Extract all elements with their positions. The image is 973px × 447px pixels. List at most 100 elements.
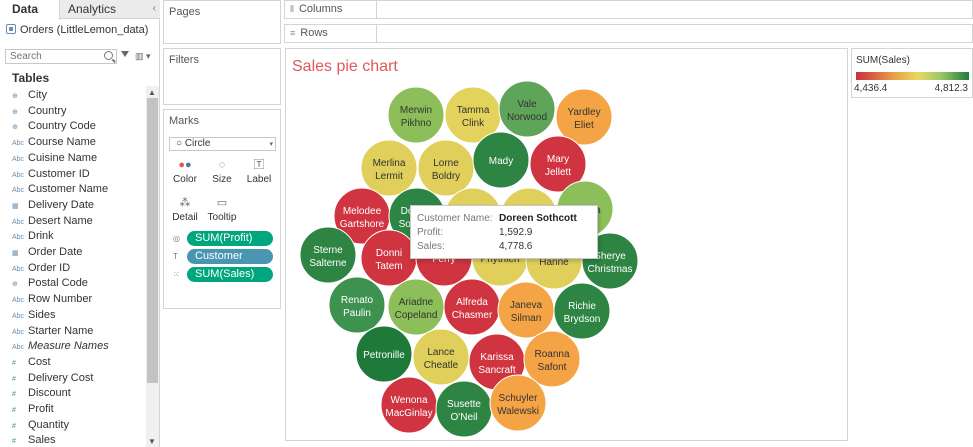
field-type-icon: ▦	[12, 250, 19, 257]
field-item[interactable]: ▦ Order Date	[12, 245, 82, 260]
search-icon	[104, 51, 113, 60]
datasource[interactable]: Orders (LittleLemon_data)	[6, 24, 148, 36]
pill-sum-profit[interactable]: SUM(Profit)	[187, 231, 273, 246]
field-item[interactable]: Abc Order ID	[12, 261, 70, 276]
field-type-icon: ⊕	[12, 124, 18, 132]
field-item[interactable]: Abc Course Name	[12, 135, 96, 150]
field-item[interactable]: # Cost	[12, 355, 51, 370]
field-label: Discount	[28, 387, 71, 400]
field-item[interactable]: ⊕ City	[12, 88, 47, 103]
field-label: Sales	[28, 434, 56, 447]
bubble-mark[interactable]: Wenona MacGinlay	[380, 376, 438, 434]
collapse-arrow-icon[interactable]: ‹	[153, 3, 156, 14]
bubble-label: Merwin	[400, 105, 432, 116]
field-type-icon: ⊕	[12, 281, 18, 289]
field-item[interactable]: Abc Desert Name	[12, 214, 93, 229]
field-type-icon: ⊕	[12, 93, 18, 100]
field-type-icon: Abc	[12, 312, 25, 320]
bubble-label: O'Neil	[451, 412, 478, 423]
tab-analytics[interactable]: Analytics	[68, 0, 116, 19]
bubble-label: Eliet	[574, 120, 594, 131]
rows-shelf[interactable]: ≡ Rows	[284, 24, 973, 43]
bubble-mark[interactable]: Merwin Pikhno	[387, 86, 445, 144]
field-item[interactable]: # Sales	[12, 433, 56, 447]
field-label: Sides	[28, 308, 56, 321]
field-label: Starter Name	[28, 324, 94, 337]
field-item[interactable]: Abc Drink	[12, 229, 54, 244]
mark-type-dropdown[interactable]: ○ Circle ▾	[169, 137, 276, 151]
tooltip-row-sales: Sales: 4,778.6	[417, 240, 532, 253]
color-legend[interactable]: SUM(Sales) 4,436.4 4,812.3	[851, 48, 973, 98]
color-button[interactable]: ●● Color	[169, 156, 201, 188]
bubble-mark[interactable]: Schuyler Walewski	[489, 374, 547, 432]
field-search[interactable]	[5, 49, 117, 64]
field-item[interactable]: Abc Cuisine Name	[12, 151, 97, 166]
bubble-label: Sancraft	[478, 365, 515, 376]
pill-customer-name[interactable]: Customer Name	[187, 249, 273, 277]
bubble-mark[interactable]: Alfreda Chasmer	[443, 278, 501, 336]
bubble-mark[interactable]: Sterne Salterne	[299, 226, 357, 284]
pill-sum-sales[interactable]: SUM(Sales)	[187, 267, 273, 282]
search-input[interactable]	[6, 50, 102, 63]
bubble-mark[interactable]: Lorne Boldry	[417, 139, 475, 197]
bubble-label: Alfreda	[456, 297, 488, 308]
pages-shelf[interactable]: Pages	[163, 0, 281, 44]
tooltip-label: Tooltip	[207, 212, 237, 223]
tooltip-icon: ▭	[216, 197, 228, 209]
bubble-mark[interactable]: Mady	[472, 131, 530, 189]
detail-icon: ⁂	[179, 197, 191, 209]
field-item[interactable]: ⊕ Country Code	[12, 119, 96, 134]
bubble-mark[interactable]: Richie Brydson	[553, 282, 611, 340]
bubble-mark[interactable]: Vale Norwood	[498, 80, 556, 138]
filter-icon[interactable]	[121, 51, 129, 57]
bubble-mark[interactable]: Ariadne Copeland	[387, 278, 445, 336]
field-label: Course Name	[28, 136, 96, 149]
field-type-icon: Abc	[12, 187, 25, 195]
view-options-icon[interactable]: ▥ ▾	[135, 51, 151, 62]
bubble-label: Vale	[517, 99, 537, 110]
field-item[interactable]: ▦ Delivery Date	[12, 198, 94, 213]
tooltip-row-profit: Profit: 1,592.9	[417, 226, 532, 239]
legend-gradient-bar	[856, 72, 969, 80]
bubble-mark[interactable]: Renato Paulin	[328, 276, 386, 334]
field-item[interactable]: Abc Customer ID	[12, 167, 90, 182]
field-item[interactable]: # Quantity	[12, 418, 69, 433]
field-label: Cuisine Name	[28, 151, 98, 164]
field-item[interactable]: # Discount	[12, 386, 71, 401]
bubble-mark[interactable]: Petronille	[355, 325, 413, 383]
label-button[interactable]: 🅃 Label	[243, 156, 275, 188]
scroll-thumb[interactable]	[147, 98, 158, 383]
scroll-down-icon[interactable]: ▼	[148, 437, 156, 446]
scroll-up-icon[interactable]: ▲	[148, 88, 156, 97]
columns-shelf[interactable]: ⦀ Columns	[284, 0, 973, 19]
field-item[interactable]: # Profit	[12, 402, 54, 417]
size-button[interactable]: ◌ Size	[206, 156, 238, 188]
bubble-label: Cheatle	[424, 360, 459, 371]
field-list-scrollbar[interactable]: ▲ ▼	[146, 86, 159, 447]
field-type-icon: #	[12, 438, 16, 446]
data-pane: Data Analytics ‹ Orders (LittleLemon_dat…	[0, 0, 160, 447]
tab-data[interactable]: Data	[0, 0, 60, 20]
field-item[interactable]: Abc Customer Name	[12, 182, 108, 197]
field-item[interactable]: ⊕ Country	[12, 104, 67, 119]
detail-button[interactable]: ⁂ Detail	[169, 194, 201, 226]
bubble-mark[interactable]: Merlina Lermit	[360, 139, 418, 197]
field-item[interactable]: Abc Sides	[12, 308, 56, 323]
tooltip-button[interactable]: ▭ Tooltip	[206, 194, 238, 226]
field-item[interactable]: ⊕ Postal Code	[12, 276, 88, 291]
field-label: Order ID	[28, 261, 71, 274]
bubble-mark[interactable]: Janeva Silman	[497, 281, 555, 339]
field-item[interactable]: # Delivery Cost	[12, 371, 93, 386]
bubble-mark[interactable]: Lance Cheatle	[412, 328, 470, 386]
bubble-label: Richie	[568, 301, 596, 312]
pages-title: Pages	[169, 6, 201, 18]
field-type-icon: Abc	[12, 344, 25, 352]
filters-shelf[interactable]: Filters	[163, 48, 281, 105]
field-item[interactable]: Abc Row Number	[12, 292, 92, 307]
bubble-mark[interactable]: Donni Tatem	[360, 229, 418, 287]
field-item[interactable]: Abc Starter Name	[12, 324, 93, 339]
field-type-icon: #	[12, 407, 16, 414]
field-item[interactable]: Abc Measure Names	[12, 339, 109, 354]
bubble-mark[interactable]: Susette O'Neil	[435, 380, 493, 438]
datasource-label: Orders (LittleLemon_data)	[20, 24, 149, 36]
